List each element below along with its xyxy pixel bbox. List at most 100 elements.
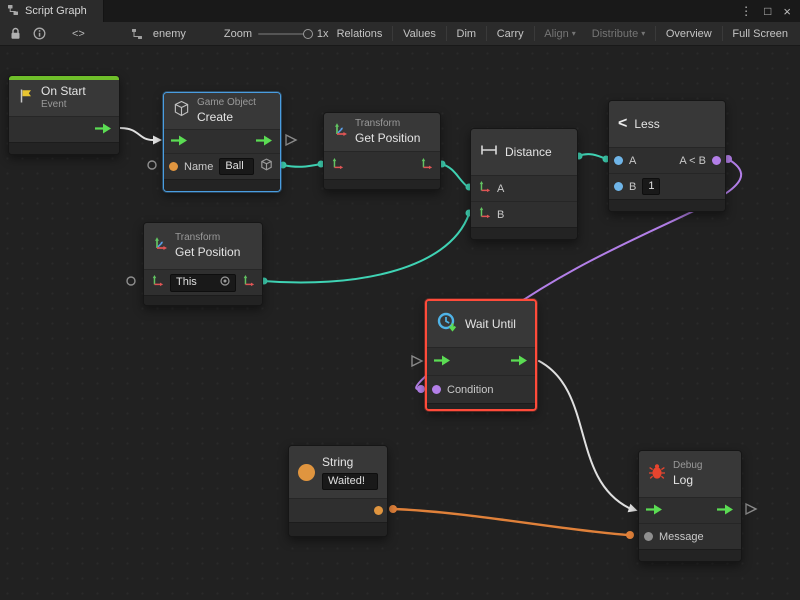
tab-script-graph[interactable]: Script Graph (0, 0, 104, 22)
edge-arrowhead (153, 136, 162, 145)
unconnected-flow-port[interactable] (746, 504, 756, 514)
graph-name: enemy (153, 28, 186, 40)
toolbar-separator (486, 26, 487, 41)
edge-onstart-create[interactable] (120, 128, 153, 140)
transform-icon (333, 122, 348, 142)
node-footer (324, 179, 440, 189)
flow-input-port[interactable] (171, 133, 188, 151)
b-port-label: B (629, 181, 636, 193)
values-button[interactable]: Values (395, 24, 444, 44)
string-header: String Waited! (289, 446, 387, 498)
distance-header: Distance (471, 129, 577, 175)
node-footer (609, 199, 725, 211)
node-distance[interactable]: Distance A B (470, 128, 578, 240)
node-get-position-top[interactable]: Transform Get Position (323, 112, 441, 190)
close-icon[interactable]: × (783, 5, 791, 18)
b-port-label: B (497, 209, 504, 221)
node-footer (144, 295, 262, 305)
distribute-dropdown[interactable]: Distribute▾ (584, 24, 653, 44)
result-output-port[interactable] (712, 156, 721, 165)
toolbar-separator (655, 26, 656, 41)
game-object-output-port[interactable] (260, 158, 273, 176)
less-header: < Less (609, 101, 725, 147)
b-input-port[interactable] (614, 182, 623, 191)
zoom-slider-handle[interactable] (303, 29, 313, 39)
edge-waituntil-log[interactable] (539, 361, 629, 508)
window-menu-icon[interactable]: ⋮ (740, 5, 752, 17)
message-input-port[interactable] (644, 532, 653, 541)
flow-output-port[interactable] (717, 502, 734, 520)
a-input-port[interactable] (478, 180, 491, 198)
align-dropdown[interactable]: Align▾ (536, 24, 583, 44)
create-header: Game Object Create (164, 93, 280, 129)
toolbar-separator (534, 26, 535, 41)
target-dropdown[interactable]: This (170, 274, 236, 292)
debug-log-header: Debug Log (639, 451, 741, 497)
unconnected-value-port[interactable] (148, 161, 156, 169)
object-picker-icon[interactable] (220, 276, 230, 290)
string-type-icon (298, 464, 315, 481)
unconnected-flow-port[interactable] (286, 135, 296, 145)
info-icon[interactable] (27, 24, 52, 44)
node-footer (639, 549, 741, 561)
a-input-port[interactable] (614, 156, 623, 165)
target-input-port[interactable] (151, 274, 164, 292)
lock-icon[interactable] (4, 24, 27, 44)
chevron-down-icon: ▾ (641, 29, 645, 38)
get-position-header: Transform Get Position (144, 223, 262, 269)
unconnected-value-port[interactable] (127, 277, 135, 285)
game-object-icon (173, 100, 190, 122)
fullscreen-button[interactable]: Full Screen (724, 24, 796, 44)
a-port-label: A (629, 155, 636, 167)
edge-create-getposition[interactable] (282, 164, 321, 167)
flow-output-port[interactable] (511, 353, 528, 371)
string-value-field[interactable]: Waited! (322, 473, 378, 490)
dim-button[interactable]: Dim (449, 24, 485, 44)
condition-port-label: Condition (447, 384, 493, 396)
target-input-port[interactable] (331, 157, 344, 175)
chevron-down-icon: ▾ (572, 29, 576, 38)
get-position-header: Transform Get Position (324, 113, 440, 151)
name-value-field[interactable]: Ball (219, 158, 254, 175)
code-preview-toggle[interactable]: <> (64, 24, 93, 44)
node-string[interactable]: String Waited! (288, 445, 388, 537)
carry-button[interactable]: Carry (489, 24, 532, 44)
maximize-icon[interactable]: □ (764, 5, 771, 17)
edge-getposition-distance-b[interactable] (263, 214, 469, 283)
a-port-label: A (497, 183, 504, 195)
condition-input-port[interactable] (432, 385, 441, 394)
node-footer (164, 179, 280, 191)
node-get-position-bottom[interactable]: Transform Get Position This (143, 222, 263, 306)
wait-clock-icon (436, 311, 458, 338)
node-wait-until[interactable]: Wait Until Condition (425, 299, 537, 411)
node-less[interactable]: < Less A A < B B 1 (608, 100, 726, 212)
zoom-slider[interactable] (258, 33, 311, 35)
name-input-port[interactable] (169, 162, 178, 171)
unconnected-flow-port[interactable] (412, 356, 422, 366)
toolbar-separator (722, 26, 723, 41)
string-output-port[interactable] (374, 506, 383, 515)
overview-button[interactable]: Overview (658, 24, 720, 44)
flow-input-port[interactable] (434, 353, 451, 371)
relations-button[interactable]: Relations (329, 24, 391, 44)
node-on-start[interactable]: On Start Event (8, 75, 120, 155)
flow-input-port[interactable] (646, 502, 663, 520)
node-footer (289, 522, 387, 536)
b-input-port[interactable] (478, 206, 491, 224)
edge-string-log[interactable] (394, 509, 628, 535)
position-output-port[interactable] (420, 157, 433, 175)
b-value-field[interactable]: 1 (642, 178, 660, 195)
flow-output-port[interactable] (95, 121, 112, 139)
graph-toolbar: <> enemy Zoom 1x Relations Values Dim Ca… (0, 22, 800, 46)
message-port-label: Message (659, 531, 704, 543)
position-output-port[interactable] (242, 274, 255, 292)
node-debug-log[interactable]: Debug Log Message (638, 450, 742, 562)
flow-output-port[interactable] (256, 133, 273, 151)
graph-canvas[interactable]: On Start Event Game Object Create (0, 46, 800, 600)
transform-icon (153, 236, 168, 256)
edge-getposition-distance-a[interactable] (441, 164, 468, 187)
node-create[interactable]: Game Object Create Name Ball (163, 92, 281, 192)
toolbar-separator (392, 26, 393, 41)
flag-icon (18, 88, 34, 109)
bug-icon (648, 463, 666, 485)
